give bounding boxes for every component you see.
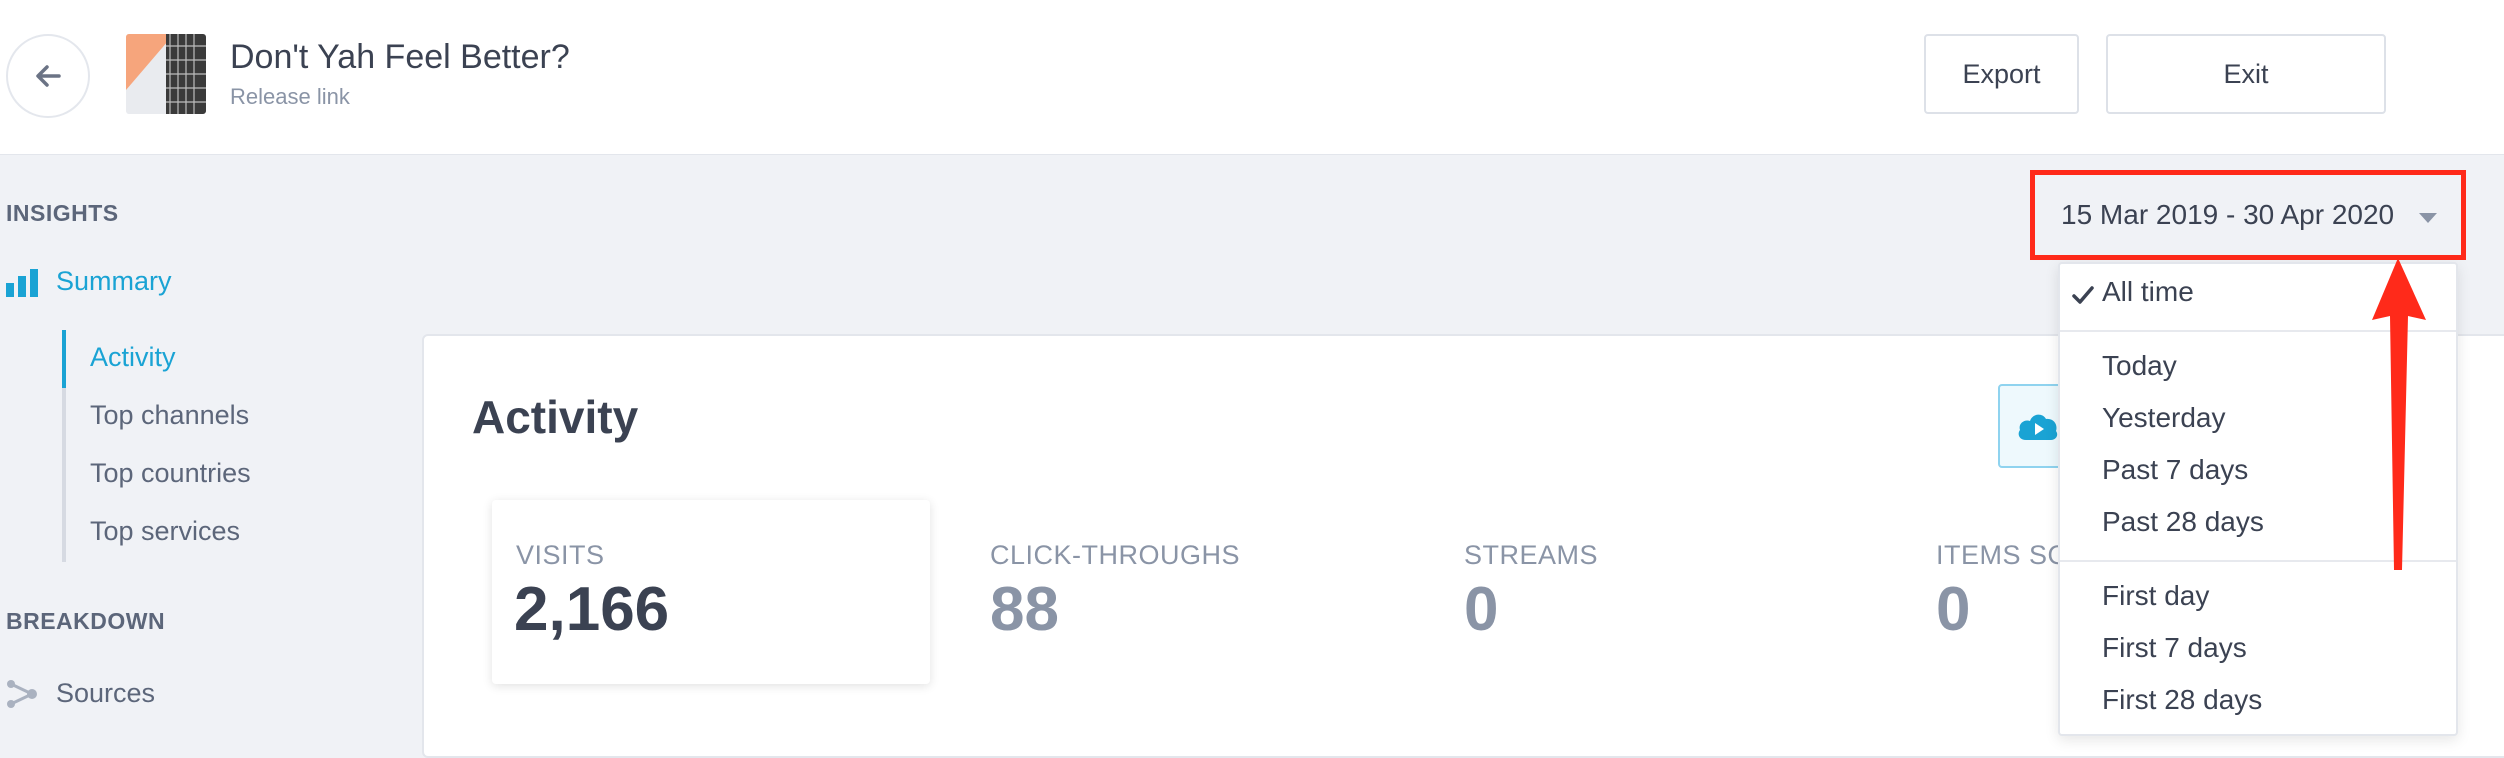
streams-value: 0 <box>1464 575 1499 644</box>
sidebar-item-sources[interactable]: Sources <box>6 678 155 709</box>
back-button[interactable] <box>6 34 90 118</box>
active-indicator <box>62 330 66 388</box>
check-icon <box>2072 286 2094 304</box>
click-throughs-label: CLICK-THROUGHS <box>990 540 1241 570</box>
summary-subnav: Activity Top channels Top countries Top … <box>62 330 251 562</box>
share-nodes-icon <box>7 679 37 708</box>
sidebar-item-top-channels[interactable]: Top channels <box>90 400 249 431</box>
option-past-28-days[interactable]: Past 28 days <box>2102 506 2264 538</box>
sidebar-item-top-countries[interactable]: Top countries <box>90 458 251 489</box>
export-button[interactable]: Export <box>1924 34 2079 114</box>
release-cover-image <box>126 34 206 114</box>
top-header: Don't Yah Feel Better? Release link Expo… <box>0 0 2504 155</box>
exit-button[interactable]: Exit <box>2106 34 2386 114</box>
option-first-7-days[interactable]: First 7 days <box>2102 632 2247 664</box>
streams-label: STREAMS <box>1464 540 1599 570</box>
sidebar-item-top-services[interactable]: Top services <box>90 516 240 547</box>
release-subtitle: Release link <box>230 84 350 109</box>
visits-label: VISITS <box>516 540 605 570</box>
insights-section-title: INSIGHTS <box>6 200 119 226</box>
option-yesterday[interactable]: Yesterday <box>2102 402 2226 434</box>
sidebar-item-summary[interactable]: Summary <box>6 266 172 297</box>
breakdown-section-title: BREAKDOWN <box>6 608 166 634</box>
caret-down-icon <box>2419 213 2437 223</box>
option-first-day[interactable]: First day <box>2102 580 2209 612</box>
card-title: Activity <box>472 391 639 443</box>
sidebar-item-activity[interactable]: Activity <box>90 342 176 373</box>
click-throughs-value: 88 <box>990 575 1059 644</box>
date-range-value: 15 Mar 2019 - 30 Apr 2020 <box>2061 199 2395 230</box>
annotation-arrow <box>2372 258 2426 570</box>
option-today[interactable]: Today <box>2102 350 2177 382</box>
sidebar-item-summary-label: Summary <box>56 266 172 296</box>
release-title: Don't Yah Feel Better? <box>230 38 570 76</box>
sidebar-item-sources-label: Sources <box>56 678 156 708</box>
option-past-7-days[interactable]: Past 7 days <box>2102 454 2248 486</box>
bar-chart-icon <box>6 268 38 297</box>
cloud-play-icon <box>2018 414 2058 440</box>
arrow-left-icon <box>36 65 61 87</box>
items-sold-value: 0 <box>1936 575 1971 644</box>
option-first-28-days[interactable]: First 28 days <box>2102 684 2262 716</box>
date-range-select[interactable]: 15 Mar 2019 - 30 Apr 2020 <box>2030 170 2466 260</box>
option-all-time[interactable]: All time <box>2102 276 2194 308</box>
visits-value: 2,166 <box>514 575 670 644</box>
items-sold-label: ITEMS SO <box>1936 540 2070 570</box>
